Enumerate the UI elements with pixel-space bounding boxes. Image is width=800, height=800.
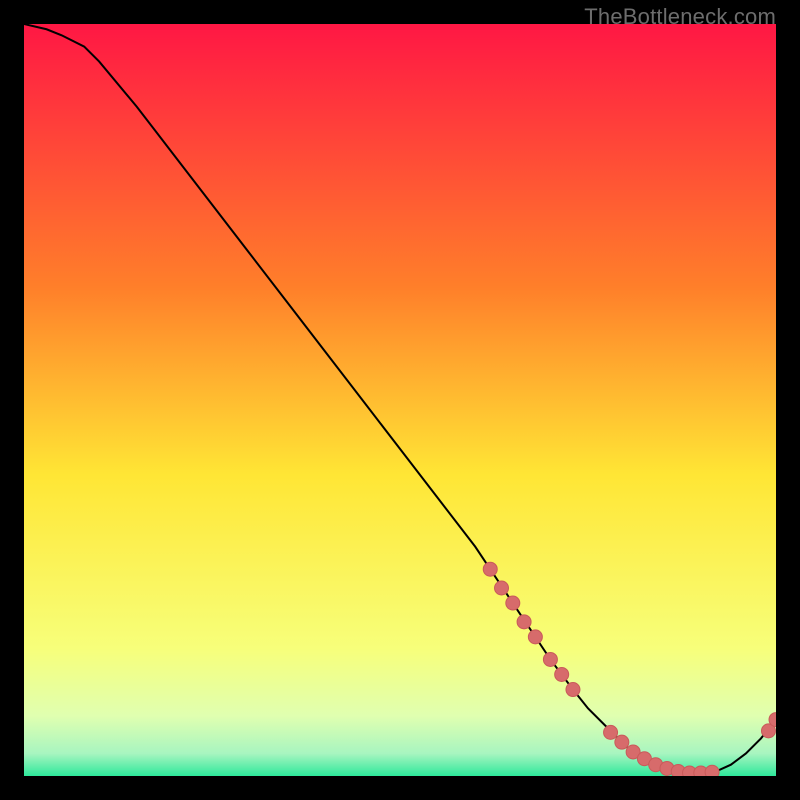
data-marker xyxy=(604,725,618,739)
chart-svg xyxy=(24,24,776,776)
plot-area xyxy=(24,24,776,776)
data-marker xyxy=(543,652,557,666)
chart-frame: TheBottleneck.com xyxy=(0,0,800,800)
data-marker xyxy=(555,667,569,681)
data-marker xyxy=(517,615,531,629)
data-marker xyxy=(495,581,509,595)
data-marker xyxy=(528,630,542,644)
gradient-background xyxy=(24,24,776,776)
data-marker xyxy=(483,562,497,576)
data-marker xyxy=(615,735,629,749)
data-marker xyxy=(566,683,580,697)
data-marker xyxy=(506,596,520,610)
data-marker xyxy=(705,765,719,776)
